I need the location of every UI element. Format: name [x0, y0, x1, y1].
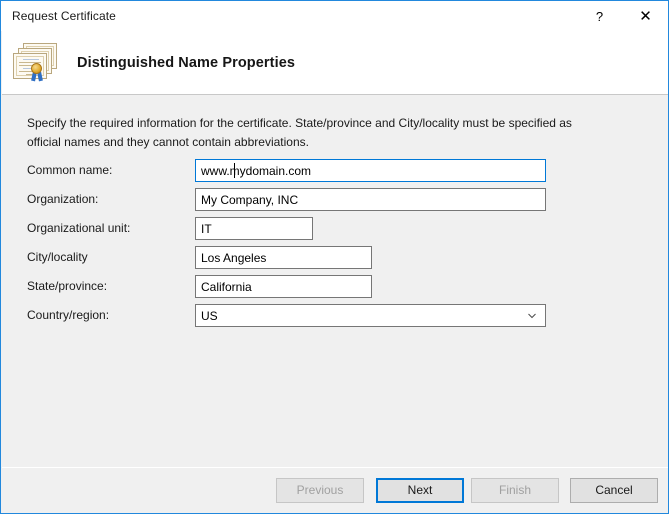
- next-button[interactable]: Next: [376, 478, 464, 503]
- close-button[interactable]: ✕: [623, 1, 668, 31]
- country-region-select[interactable]: [195, 304, 546, 327]
- form-row-organizational-unit: Organizational unit:: [2, 217, 668, 244]
- label-common-name: Common name:: [27, 163, 113, 177]
- close-icon: ✕: [639, 7, 652, 25]
- finish-button[interactable]: Finish: [471, 478, 559, 503]
- label-city-locality: City/locality: [27, 250, 88, 264]
- common-name-input[interactable]: [195, 159, 546, 182]
- window-title: Request Certificate: [12, 9, 116, 23]
- text-caret: [234, 163, 235, 178]
- organizational-unit-input[interactable]: [195, 217, 313, 240]
- dialog-header: Distinguished Name Properties: [2, 31, 668, 95]
- help-button[interactable]: ?: [577, 1, 622, 31]
- form-row-country-region: Country/region:: [2, 304, 668, 331]
- label-country-region: Country/region:: [27, 308, 110, 322]
- label-state-province: State/province:: [27, 279, 108, 293]
- title-bar[interactable]: Request Certificate ? ✕: [1, 1, 668, 31]
- country-region-select-wrapper[interactable]: [195, 304, 546, 327]
- question-mark-icon: ?: [595, 8, 604, 24]
- instructions-text: Specify the required information for the…: [27, 116, 572, 149]
- dialog-footer: Previous Next Finish Cancel: [2, 467, 668, 513]
- certificate-stack-icon: [11, 39, 61, 87]
- form-row-city-locality: City/locality: [2, 246, 668, 273]
- previous-button[interactable]: Previous: [276, 478, 364, 503]
- city-locality-input[interactable]: [195, 246, 372, 269]
- form-row-state-province: State/province:: [2, 275, 668, 302]
- request-certificate-dialog: Request Certificate ? ✕ Distinguished Na…: [0, 0, 669, 514]
- label-organizational-unit: Organizational unit:: [27, 221, 131, 235]
- dialog-body: Specify the required information for the…: [2, 96, 668, 467]
- distinguished-name-form: Common name: Organization: Organizationa…: [2, 159, 668, 333]
- form-row-common-name: Common name:: [2, 159, 668, 186]
- label-organization: Organization:: [27, 192, 99, 206]
- form-row-organization: Organization:: [2, 188, 668, 215]
- state-province-input[interactable]: [195, 275, 372, 298]
- page-title: Distinguished Name Properties: [77, 54, 296, 71]
- cancel-button[interactable]: Cancel: [570, 478, 658, 503]
- organization-input[interactable]: [195, 188, 546, 211]
